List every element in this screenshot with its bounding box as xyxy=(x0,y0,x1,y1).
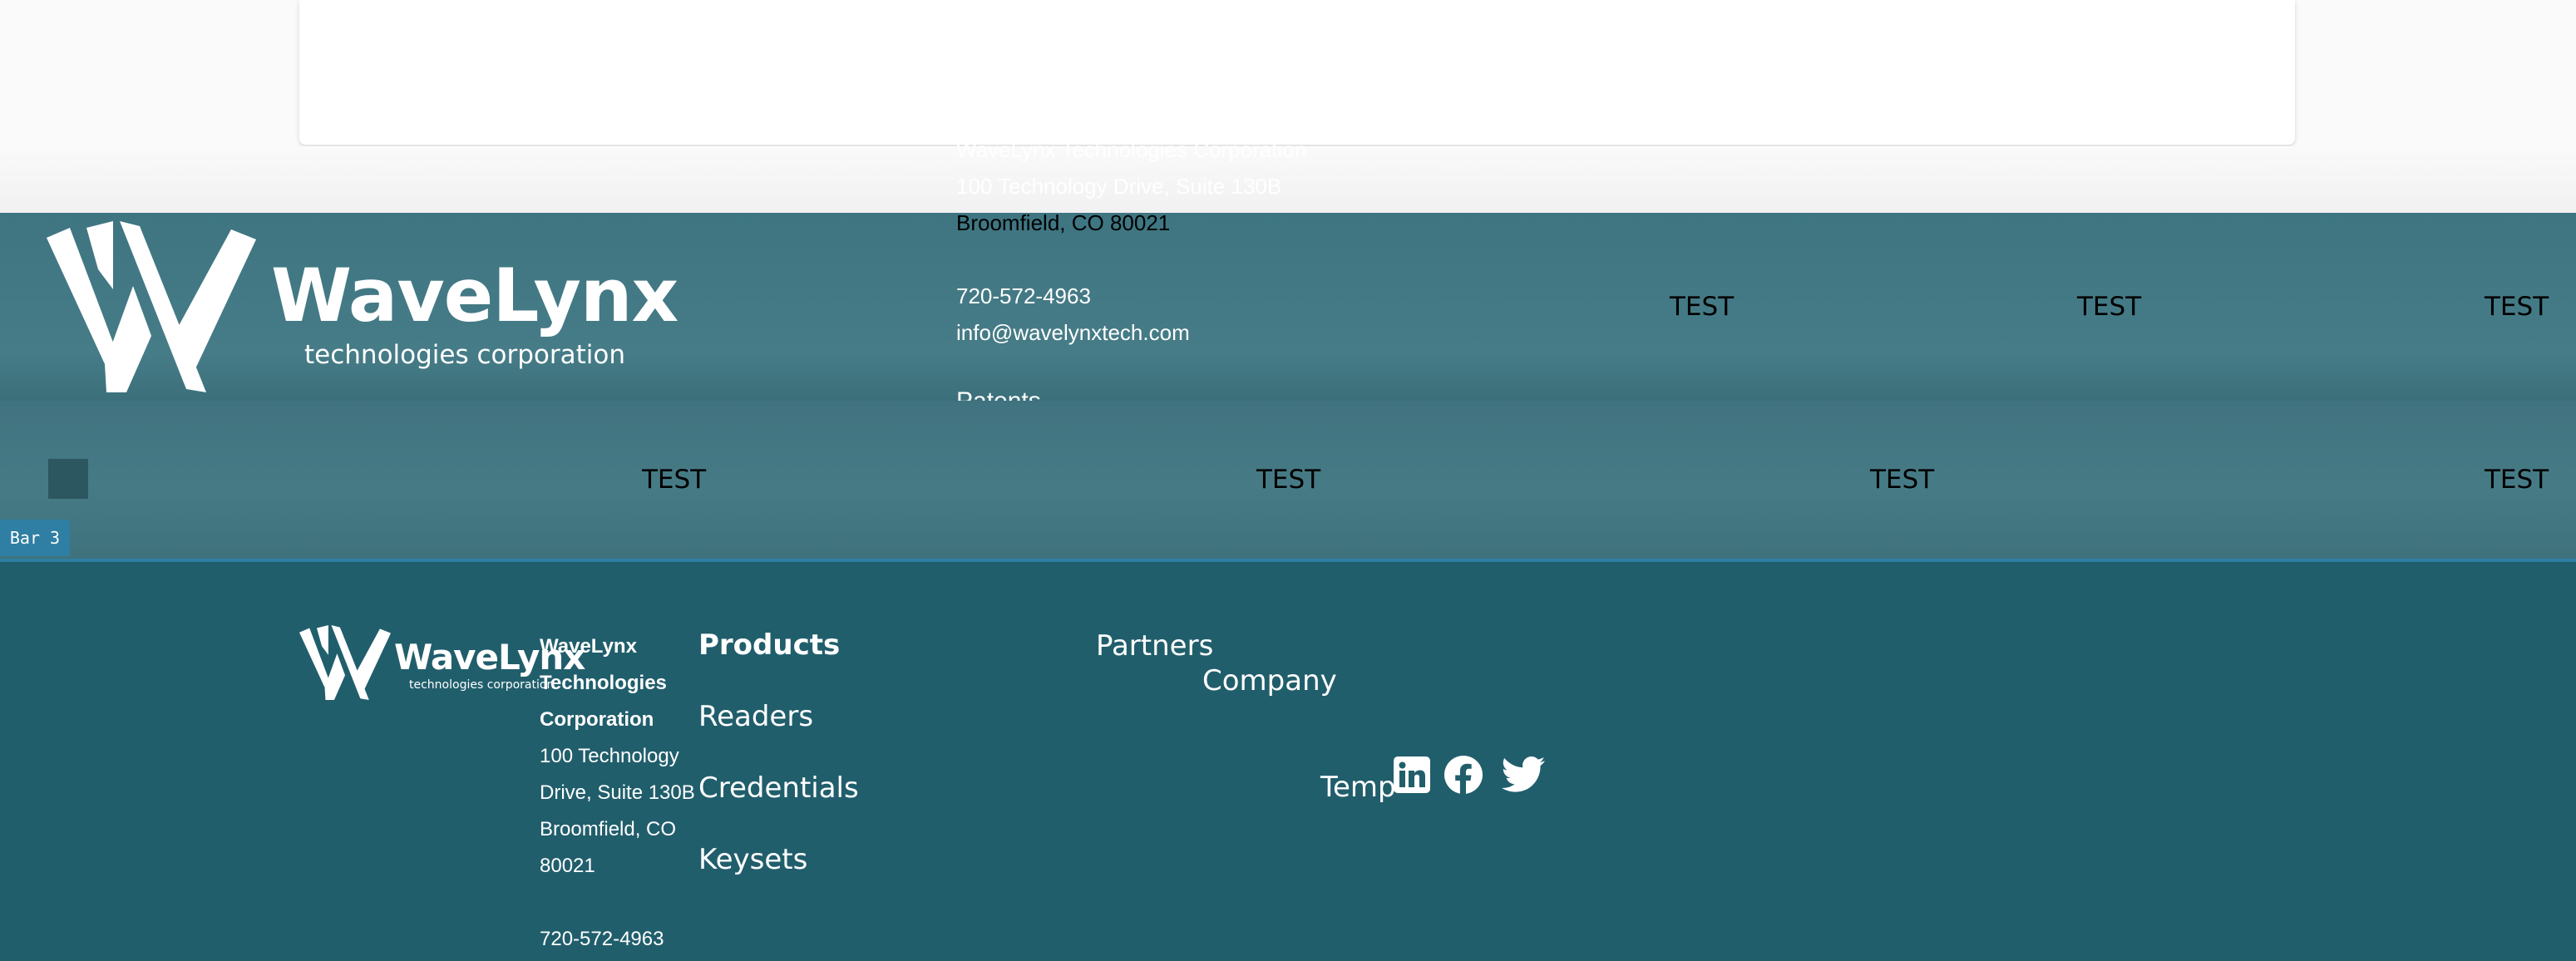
footer-bar-3 xyxy=(0,559,2576,961)
overflow-contact-block: WaveLynx Technologies Corporation 100 Te… xyxy=(956,131,1306,351)
bar1-test-1: TEST xyxy=(1670,292,1735,322)
temp-link[interactable]: Temp xyxy=(1320,773,1396,801)
contact-street: 100 Technology Drive, Suite 130B xyxy=(956,174,1282,199)
partners-link[interactable]: Partners xyxy=(1096,632,1213,660)
address-company-line-1: WaveLynx xyxy=(540,635,637,658)
contact-city: Broomfield, CO 80021 xyxy=(956,210,1171,235)
address-street-line-1: 100 Technology xyxy=(540,745,679,767)
bar-3-label: Bar 3 xyxy=(0,520,70,556)
contact-email[interactable]: info@wavelynxtech.com xyxy=(956,314,1306,351)
bar2-test-4: TEST xyxy=(2485,465,2549,495)
products-link-keysets[interactable]: Keysets xyxy=(698,840,973,911)
twitter-icon[interactable] xyxy=(1502,756,1545,793)
top-content-card xyxy=(299,0,2295,145)
products-link-credentials[interactable]: Credentials xyxy=(698,768,973,840)
patents-link[interactable]: Patents xyxy=(956,385,1372,401)
bar1-test-3: TEST xyxy=(2485,292,2549,322)
address-company-line-2: Technologies xyxy=(540,672,667,694)
products-column: Products Readers Credentials Keysets xyxy=(698,625,973,911)
brand-tagline-small: technologies corporation xyxy=(409,678,555,692)
contact-company: WaveLynx Technologies Corporation xyxy=(956,137,1307,162)
bar2-test-1: TEST xyxy=(642,465,707,495)
bar2-test-2: TEST xyxy=(1256,465,1321,495)
contact-phone[interactable]: 720-572-4963 xyxy=(956,278,1306,314)
products-heading[interactable]: Products xyxy=(698,625,973,697)
wavelynx-mark-icon xyxy=(47,221,256,392)
wavelynx-logo-large[interactable]: WaveLynx technologies corporation xyxy=(47,221,679,396)
brand-name: WaveLynx xyxy=(271,253,679,338)
address-company-line-3: Corporation xyxy=(540,708,654,731)
products-link-readers[interactable]: Readers xyxy=(698,697,973,768)
bar1-test-2: TEST xyxy=(2077,292,2142,322)
address-city-line-2: 80021 xyxy=(540,855,595,877)
linkedin-icon[interactable] xyxy=(1394,756,1430,793)
brand-tagline: technologies corporation xyxy=(304,340,626,370)
placeholder-square xyxy=(48,459,88,499)
wavelynx-mark-small-icon xyxy=(299,625,391,700)
wavelynx-logo-small[interactable]: WaveLynx technologies corporation xyxy=(299,625,585,702)
address-phone[interactable]: 720-572-4963 xyxy=(540,921,698,958)
company-link[interactable]: Company xyxy=(1202,667,1337,695)
patents-clip: Patents xyxy=(956,379,1372,401)
footer-address: WaveLynx Technologies Corporation 100 Te… xyxy=(540,628,698,958)
facebook-icon[interactable] xyxy=(1443,755,1483,795)
address-street-line-2: Drive, Suite 130B xyxy=(540,781,695,804)
address-city-line-1: Broomfield, CO xyxy=(540,818,677,840)
bar2-test-3: TEST xyxy=(1870,465,1935,495)
